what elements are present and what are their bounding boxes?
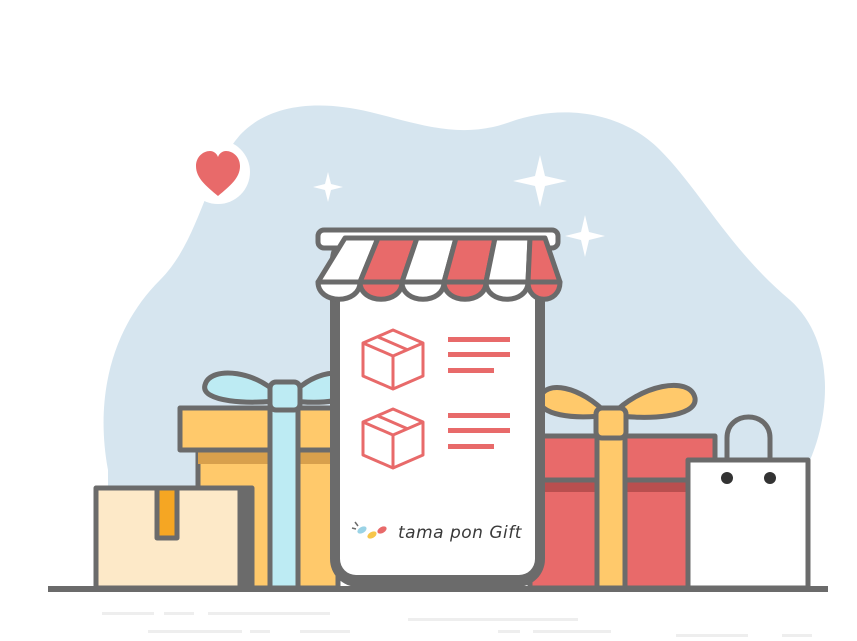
ground-reflection xyxy=(102,612,812,637)
brand-name: tama pon Gift xyxy=(398,523,523,543)
awning-icon xyxy=(315,227,563,302)
ground-line xyxy=(48,586,828,592)
phone-storefront: tama pon Gift xyxy=(315,227,563,587)
cardboard-box xyxy=(93,485,255,591)
heart-badge xyxy=(186,140,250,204)
illustration-scene: tama pon Gift xyxy=(48,105,828,637)
